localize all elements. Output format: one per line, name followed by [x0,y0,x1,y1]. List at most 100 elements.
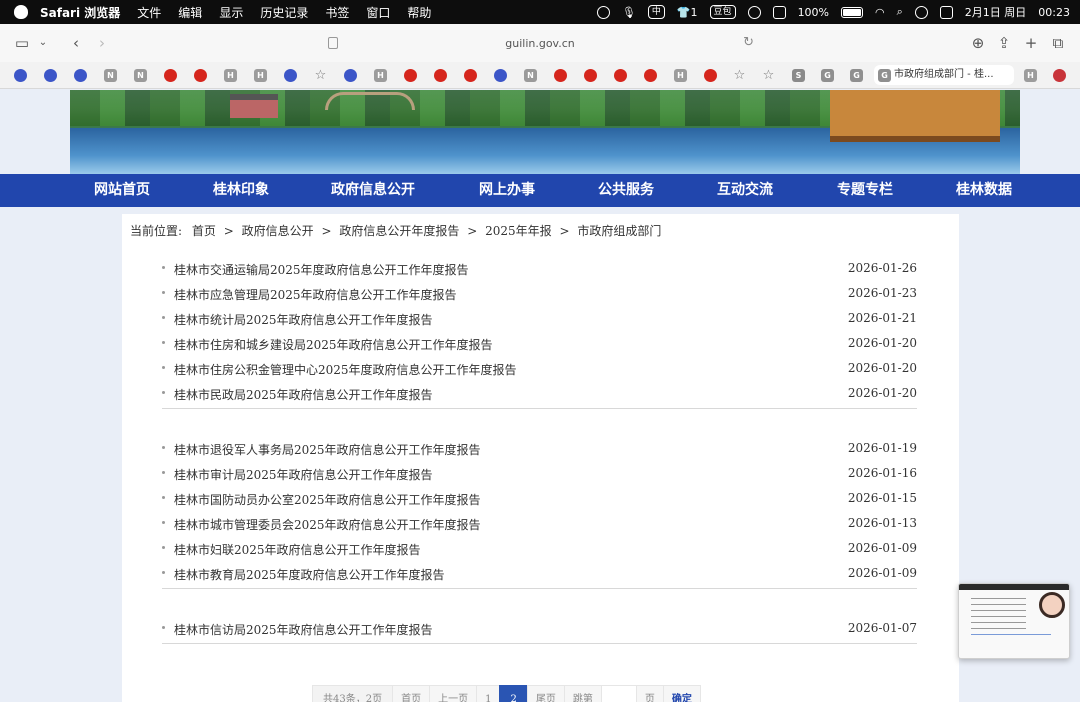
back-icon[interactable]: ‹ [66,33,86,53]
list-item[interactable]: 桂林市妇联2025年政府信息公开工作年度报告 2026-01-09 [162,536,917,561]
list-item-title[interactable]: 桂林市统计局2025年政府信息公开工作年度报告 [174,311,433,328]
list-item[interactable]: 桂林市应急管理局2025年政府信息公开工作年度报告 2026-01-23 [162,281,917,306]
bookmark-h-icon[interactable]: H [1024,69,1037,82]
download-icon[interactable]: ⊕ [968,33,988,53]
list-item-title[interactable]: 桂林市交通运输局2025年度政府信息公开工作年度报告 [174,261,469,278]
gov-emblem-icon[interactable] [644,69,657,82]
pager-first[interactable]: 首页 [392,685,431,702]
list-item[interactable]: 桂林市退役军人事务局2025年政府信息公开工作年度报告 2026-01-19 [162,436,917,461]
menubar-time[interactable]: 00:23 [1038,6,1070,19]
list-item-title[interactable]: 桂林市民政局2025年政府信息公开工作年度报告 [174,386,433,403]
bookmark-g-icon[interactable]: G [850,69,863,82]
floating-preview-thumbnail[interactable] [958,583,1070,659]
gov-emblem-icon[interactable] [404,69,417,82]
menu-history[interactable]: 历史记录 [260,4,308,21]
nav-gov-info[interactable]: 政府信息公开 [331,174,415,207]
pager-last[interactable]: 尾页 [526,685,565,702]
list-item-title[interactable]: 桂林市退役军人事务局2025年政府信息公开工作年度报告 [174,441,481,458]
app-s-icon[interactable] [772,5,786,19]
menu-help[interactable]: 帮助 [407,4,431,21]
gov-emblem-icon[interactable] [464,69,477,82]
pager-go-button[interactable]: 确定 [662,685,701,702]
url-text[interactable]: guilin.gov.cn [505,37,574,50]
list-item-title[interactable]: 桂林市信访局2025年政府信息公开工作年度报告 [174,621,433,638]
list-item[interactable]: 桂林市国防动员办公室2025年政府信息公开工作年度报告 2026-01-15 [162,486,917,511]
nav-online-service[interactable]: 网上办事 [479,174,535,207]
gov-emblem-icon[interactable] [584,69,597,82]
active-tab[interactable]: G 市政府组成部门 - 桂... [874,65,1014,85]
breadcrumb-2025[interactable]: 2025年年报 [485,224,552,238]
sidebar-icon[interactable]: ▭ [12,33,32,53]
control-center-icon[interactable] [939,5,953,19]
baidu-paw-icon[interactable] [344,69,357,82]
breadcrumb-annual-report[interactable]: 政府信息公开年度报告 [339,224,459,238]
list-item-title[interactable]: 桂林市教育局2025年度政府信息公开工作年度报告 [174,566,445,583]
list-item[interactable]: 桂林市交通运输局2025年度政府信息公开工作年度报告 2026-01-26 [162,256,917,281]
list-item-title[interactable]: 桂林市应急管理局2025年政府信息公开工作年度报告 [174,286,457,303]
list-item[interactable]: 桂林市教育局2025年度政府信息公开工作年度报告 2026-01-09 [162,561,917,586]
nav-data[interactable]: 桂林数据 [956,174,1012,207]
input-method-icon[interactable]: 中 [647,5,665,19]
gov-emblem-icon[interactable] [194,69,207,82]
pager-page-2[interactable]: 2 [499,685,528,702]
wifi-icon[interactable]: ◠ [875,6,885,19]
reader-icon[interactable] [328,37,338,49]
breadcrumb-home[interactable]: 首页 [192,224,216,238]
address-bar[interactable]: guilin.gov.cn ↻ [300,29,780,57]
breadcrumb-gov-info[interactable]: 政府信息公开 [242,224,314,238]
nav-public-service[interactable]: 公共服务 [598,174,654,207]
gov-emblem-icon[interactable] [164,69,177,82]
tab-overview-icon[interactable]: ⧉ [1048,33,1068,53]
star-icon[interactable]: ☆ [762,69,775,82]
list-item-title[interactable]: 桂林市住房公积金管理中心2025年度政府信息公开工作年度报告 [174,361,517,378]
pager-jump-input[interactable] [600,685,637,702]
list-item-title[interactable]: 桂林市审计局2025年政府信息公开工作年度报告 [174,466,433,483]
baidu-paw-icon[interactable] [284,69,297,82]
menu-window[interactable]: 窗口 [366,4,390,21]
menu-file[interactable]: 文件 [137,4,161,21]
pager-prev[interactable]: 上一页 [429,685,478,702]
star-icon[interactable]: ☆ [733,69,746,82]
bookmark-n-icon[interactable]: N [134,69,147,82]
gov-emblem-icon[interactable] [554,69,567,82]
play-icon[interactable] [747,5,761,19]
bookmark-h-icon[interactable]: H [224,69,237,82]
list-item[interactable]: 桂林市城市管理委员会2025年政府信息公开工作年度报告 2026-01-13 [162,511,917,536]
bookmark-h-icon[interactable]: H [674,69,687,82]
search-icon[interactable]: ⌕ [897,5,903,19]
list-item[interactable]: 桂林市住房和城乡建设局2025年政府信息公开工作年度报告 2026-01-20 [162,331,917,356]
gov-emblem-icon[interactable] [614,69,627,82]
menu-bookmarks[interactable]: 书签 [325,4,349,21]
list-item[interactable]: 桂林市信访局2025年政府信息公开工作年度报告 2026-01-07 [162,616,917,641]
list-item[interactable]: 桂林市民政局2025年政府信息公开工作年度报告 2026-01-20 [162,381,917,406]
forward-icon[interactable]: › [92,33,112,53]
list-item-title[interactable]: 桂林市城市管理委员会2025年政府信息公开工作年度报告 [174,516,481,533]
bookmark-s-icon[interactable]: S [792,69,805,82]
list-item[interactable]: 桂林市统计局2025年政府信息公开工作年度报告 2026-01-21 [162,306,917,331]
nav-impression[interactable]: 桂林印象 [213,174,269,207]
menu-app-name[interactable]: Safari 浏览器 [40,4,120,21]
gov-emblem-icon[interactable] [704,69,717,82]
share-icon[interactable]: ⇪ [994,33,1014,53]
menubar-date[interactable]: 2月1日 周日 [965,4,1027,20]
new-tab-icon[interactable]: + [1021,33,1041,53]
bookmark-h-icon[interactable]: H [254,69,267,82]
bookmark-n-icon[interactable]: N [524,69,537,82]
chevron-down-icon[interactable]: ⌄ [33,33,53,53]
nav-interaction[interactable]: 互动交流 [717,174,773,207]
doubao-badge[interactable]: 豆包 [709,5,736,19]
nav-topics[interactable]: 专题专栏 [837,174,893,207]
apple-logo-icon[interactable] [14,5,28,19]
pager-page-1[interactable]: 1 [476,685,501,702]
menu-view[interactable]: 显示 [219,4,243,21]
battery-icon[interactable] [841,6,864,18]
bookmark-n-icon[interactable]: N [104,69,117,82]
list-item-title[interactable]: 桂林市国防动员办公室2025年政府信息公开工作年度报告 [174,491,481,508]
shirt-icon[interactable]: 👕1 [677,6,698,19]
breadcrumb-current[interactable]: 市政府组成部门 [577,224,661,238]
list-item-title[interactable]: 桂林市妇联2025年政府信息公开工作年度报告 [174,541,421,558]
menu-edit[interactable]: 编辑 [178,4,202,21]
reload-icon[interactable]: ↻ [743,35,754,50]
microphone-icon[interactable]: 🎙 [622,6,636,19]
profile-icon[interactable] [1053,69,1066,82]
